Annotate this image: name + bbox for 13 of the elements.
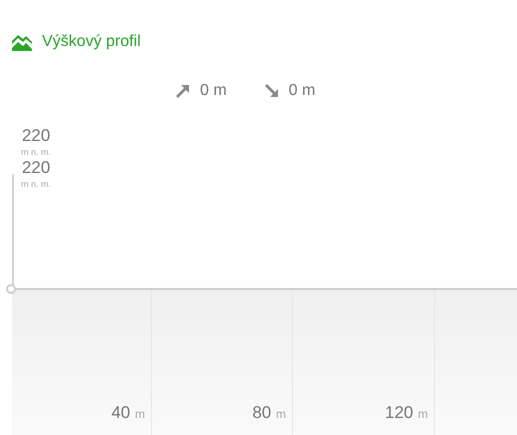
arrow-up-right-icon [174, 82, 192, 100]
axis-value: 220 [22, 158, 50, 178]
axis-label: 40 m [111, 402, 145, 424]
axis-value: 220 [22, 126, 50, 146]
stat-value: 0 m [200, 81, 227, 101]
axis-unit: m n. m. [21, 146, 52, 158]
axis-unit: m n. m. [21, 178, 52, 190]
stat-value: 0 m [288, 81, 316, 101]
axis-label: 120 m [384, 402, 428, 424]
axis-label: 80 m [252, 402, 286, 424]
mountain-profile-icon [12, 33, 32, 51]
section-title: Výškový profil [42, 32, 141, 52]
arrow-down-right-icon [262, 82, 281, 100]
